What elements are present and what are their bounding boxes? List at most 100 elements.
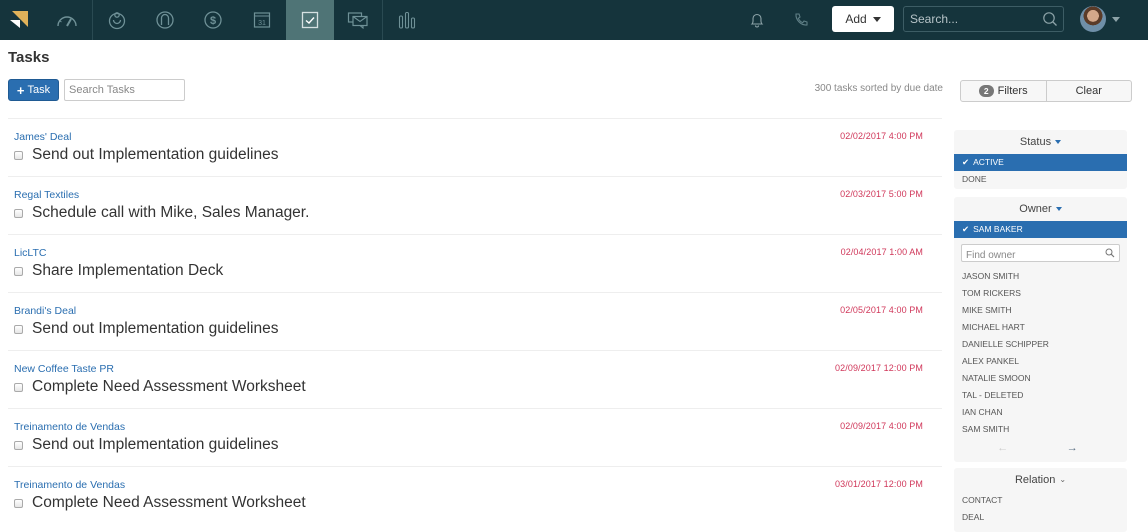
task-due-date: 03/01/2017 12:00 PM [835,479,923,489]
add-dropdown-button[interactable]: Add [832,6,894,32]
task-due-date: 02/09/2017 4:00 PM [840,421,923,431]
filters-label: Filters [997,85,1028,97]
owner-filter-title: Owner [1019,203,1052,215]
task-related-link[interactable]: Treinamento de Vendas [14,421,125,433]
task-row: Treinamento de Vendas 03/01/2017 12:00 P… [8,466,942,524]
task-title[interactable]: Schedule call with Mike, Sales Manager. [32,204,309,222]
task-related-link[interactable]: Brandi's Deal [14,305,76,317]
user-menu-caret-icon[interactable] [1112,17,1120,22]
task-related-link[interactable]: Regal Textiles [14,189,79,201]
task-search-input[interactable] [64,79,185,101]
nav-reports[interactable] [383,0,431,40]
task-count-text: 300 tasks sorted by due date [814,83,943,94]
check-icon: ✔ [962,224,970,234]
task-row: LicLTC 02/04/2017 1:00 AM Share Implemen… [8,234,942,292]
phone-button[interactable] [777,0,825,40]
task-title[interactable]: Share Implementation Deck [32,262,223,280]
nav-leads[interactable] [93,0,141,40]
clear-filters-button[interactable]: Clear [1045,81,1132,101]
mail-chat-icon [347,12,368,29]
status-filter-header[interactable]: Status [954,130,1127,154]
task-checkbox[interactable] [14,267,23,276]
nav-communications[interactable] [334,0,382,40]
nav-tasks[interactable] [286,0,334,40]
task-list: James' Deal 02/02/2017 4:00 PM Send out … [8,118,942,524]
user-avatar[interactable] [1080,6,1106,32]
svg-text:31: 31 [258,20,266,27]
nav-deals[interactable]: $ [189,0,237,40]
status-option-done[interactable]: DONE [954,171,1127,188]
task-related-link[interactable]: James' Deal [14,131,71,143]
owner-option[interactable]: SAM SMITH [954,421,1127,438]
task-title[interactable]: Complete Need Assessment Worksheet [32,378,306,396]
task-row: Treinamento de Vendas 02/09/2017 4:00 PM… [8,408,942,466]
new-task-label: Task [27,84,51,96]
owner-filter-panel: Owner ✔SAM BAKER JASON SMITH TOM RICKERS… [954,197,1127,462]
owner-pager: ← → [954,438,1127,458]
task-checkbox[interactable] [14,151,23,160]
owner-option[interactable]: JASON SMITH [954,268,1127,285]
caret-down-icon [1055,140,1062,144]
relation-option[interactable]: DEAL [954,509,1127,526]
task-checkbox[interactable] [14,441,23,450]
next-page-arrow-icon[interactable]: → [1067,442,1078,454]
filters-button[interactable]: 2 Filters [961,81,1046,101]
checkbox-icon [301,11,319,29]
filter-button-group: 2 Filters Clear [960,80,1132,102]
owner-option[interactable]: ALEX PANKEL [954,353,1127,370]
nav-calendar[interactable]: 31 [238,0,286,40]
status-filter-panel: Status ✔ ACTIVE DONE [954,130,1127,189]
task-due-date: 02/03/2017 5:00 PM [840,189,923,199]
relation-filter-header[interactable]: Relation ⌄ [954,468,1127,492]
dollar-icon: $ [204,11,222,29]
bar-chart-icon [398,11,416,29]
notifications-button[interactable] [733,0,781,40]
relation-filter-panel: Relation ⌄ CONTACT DEAL [954,468,1127,532]
status-option-label: ACTIVE [973,157,1004,167]
owner-option[interactable]: MIKE SMITH [954,302,1127,319]
global-search-input[interactable] [903,6,1064,32]
owner-option[interactable]: MICHAEL HART [954,319,1127,336]
plus-icon: + [16,82,25,98]
task-row: New Coffee Taste PR 02/09/2017 12:00 PM … [8,350,942,408]
owner-option[interactable]: IAN CHAN [954,404,1127,421]
task-due-date: 02/05/2017 4:00 PM [840,305,923,315]
task-title[interactable]: Complete Need Assessment Worksheet [32,494,306,512]
task-checkbox[interactable] [14,209,23,218]
search-icon [1043,12,1057,26]
chevron-down-icon: ⌄ [1059,475,1067,484]
caret-down-icon [872,16,881,22]
nav-contacts[interactable] [141,0,189,40]
task-related-link[interactable]: Treinamento de Vendas [14,479,125,491]
new-task-button[interactable]: + Task [8,79,59,101]
task-checkbox[interactable] [14,383,23,392]
task-title[interactable]: Send out Implementation guidelines [32,436,278,454]
relation-option[interactable]: CONTACT [954,492,1127,509]
owner-selected-label: SAM BAKER [973,224,1023,234]
task-checkbox[interactable] [14,499,23,508]
bell-icon [750,13,764,28]
target-person-icon [108,12,126,30]
owner-filter-header[interactable]: Owner [954,197,1127,221]
task-due-date: 02/02/2017 4:00 PM [840,131,923,141]
task-row: Regal Textiles 02/03/2017 5:00 PM Schedu… [8,176,942,234]
task-title[interactable]: Send out Implementation guidelines [32,320,278,338]
task-title[interactable]: Send out Implementation guidelines [32,146,278,164]
status-option-active[interactable]: ✔ ACTIVE [954,154,1127,171]
prev-page-arrow-icon[interactable]: ← [997,442,1008,454]
nav-dashboard[interactable] [43,0,91,40]
search-icon [1105,248,1115,258]
owner-option[interactable]: TAL - DELETED [954,387,1127,404]
owner-option[interactable]: NATALIE SMOON [954,370,1127,387]
owner-option-selected[interactable]: ✔ SAM BAKER [954,221,1127,238]
task-checkbox[interactable] [14,325,23,334]
task-related-link[interactable]: LicLTC [14,247,46,259]
owner-search-input[interactable] [962,247,1102,264]
owner-option[interactable]: TOM RICKERS [954,285,1127,302]
phone-icon [795,13,808,26]
task-due-date: 02/09/2017 12:00 PM [835,363,923,373]
check-icon: ✔ [962,157,970,167]
app-logo[interactable] [8,8,30,30]
owner-option[interactable]: DANIELLE SCHIPPER [954,336,1127,353]
task-related-link[interactable]: New Coffee Taste PR [14,363,114,375]
